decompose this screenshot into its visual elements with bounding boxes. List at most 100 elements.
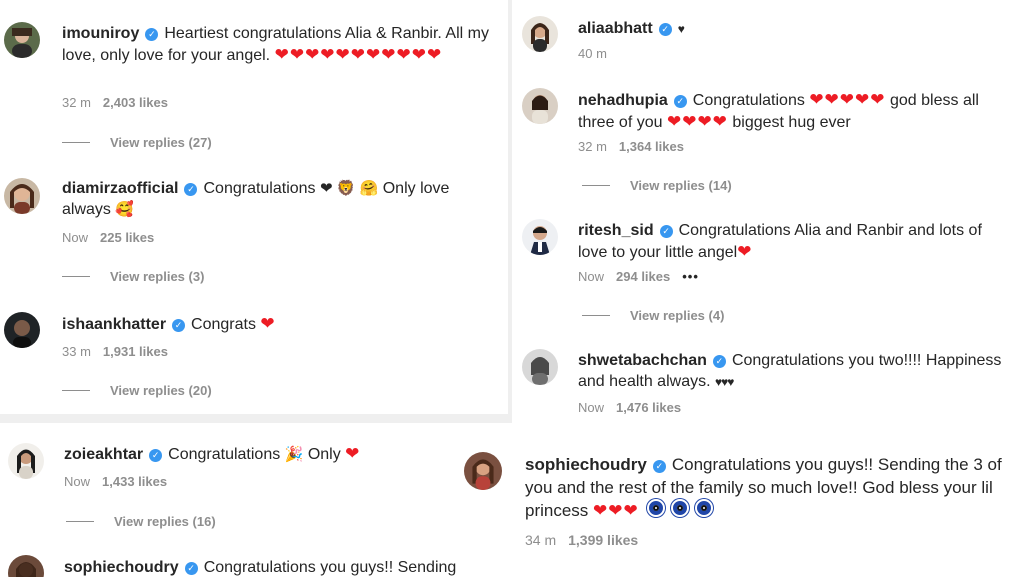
replies-divider <box>582 315 610 316</box>
comment-text: Congrats <box>191 316 256 333</box>
username[interactable]: sophiechoudry <box>525 455 647 474</box>
heart-emoji-icon: ❤❤❤ <box>593 501 639 520</box>
likes-count[interactable]: 225 likes <box>100 230 154 245</box>
verified-badge-icon: ✓ <box>172 319 186 332</box>
comment-text: Congratulations <box>168 446 281 463</box>
replies-divider <box>66 521 94 522</box>
verified-badge-icon: ✓ <box>184 562 198 575</box>
verified-badge-icon: ✓ <box>659 225 673 238</box>
comment-meta: 33 m 1,931 likes <box>62 344 168 359</box>
timestamp: 34 m <box>525 532 557 548</box>
avatar[interactable] <box>464 452 502 490</box>
view-replies-button[interactable]: View replies (16) <box>66 514 216 529</box>
comment-meta: 34 m 1,399 likes <box>525 532 638 548</box>
avatar[interactable] <box>522 16 558 52</box>
comment-meta: Now 294 likes ••• <box>578 269 699 284</box>
timestamp: 32 m <box>578 139 607 154</box>
avatar[interactable] <box>522 349 558 385</box>
more-options-icon[interactable]: ••• <box>682 269 699 284</box>
view-replies-button[interactable]: View replies (20) <box>62 383 212 398</box>
likes-count[interactable]: 1,476 likes <box>616 400 681 415</box>
comments-panel-right-top: aliaabhatt ✓ ♥ 40 m nehadhupia ✓ Congratulat… <box>512 0 1024 418</box>
comment-text: Congratulations <box>203 180 316 197</box>
view-replies-label: View replies (4) <box>630 308 725 323</box>
heart-emoji-icon: ❤ <box>345 444 361 463</box>
timestamp: 32 m <box>62 95 91 110</box>
emoji-group-icon: ❤ 🦁 🤗 <box>320 180 379 197</box>
view-replies-label: View replies (14) <box>630 178 732 193</box>
heart-emoji-icon: ❤ <box>260 314 276 333</box>
username[interactable]: zoieakhtar <box>64 446 143 463</box>
avatar[interactable] <box>522 88 558 124</box>
party-popper-emoji-icon: 🎉 <box>284 446 304 463</box>
heart-emoji-icon: ❤❤❤❤ <box>666 112 728 131</box>
replies-divider <box>62 390 90 391</box>
comments-panel-left-bottom: zoieakhtar ✓ Congratulations 🎉 Only ❤ Now … <box>0 423 456 577</box>
username[interactable]: diamirzaofficial <box>62 180 178 197</box>
avatar[interactable] <box>4 312 40 348</box>
comment-text-continued: Only <box>307 446 341 463</box>
likes-count[interactable]: 1,433 likes <box>102 474 167 489</box>
timestamp: 33 m <box>62 344 91 359</box>
comment-text: Congratulations <box>692 92 805 109</box>
view-replies-label: View replies (16) <box>114 514 216 529</box>
avatar[interactable] <box>8 443 44 479</box>
evil-eye-emoji-icon <box>694 499 713 517</box>
avatar[interactable] <box>4 178 40 214</box>
comment-meta: 32 m 2,403 likes <box>62 95 168 110</box>
likes-count[interactable]: 1,399 likes <box>568 532 638 548</box>
username[interactable]: sophiechoudry <box>64 559 179 576</box>
replies-divider <box>62 276 90 277</box>
timestamp: 40 m <box>578 46 607 61</box>
timestamp: Now <box>62 230 89 245</box>
view-replies-label: View replies (20) <box>110 383 212 398</box>
view-replies-button[interactable]: View replies (14) <box>582 178 732 193</box>
avatar[interactable] <box>8 555 44 577</box>
replies-divider <box>582 185 610 186</box>
username[interactable]: imouniroy <box>62 25 139 42</box>
heart-emoji-icon: ❤❤❤❤❤ <box>809 90 886 109</box>
view-replies-label: View replies (3) <box>110 269 205 284</box>
likes-count[interactable]: 1,931 likes <box>103 344 168 359</box>
black-heart-emoji-icon: ♥♥♥ <box>714 375 734 389</box>
comments-panel-left-top: imouniroy ✓ Heartiest congratulations Alia… <box>0 0 508 414</box>
avatar[interactable] <box>4 22 40 58</box>
verified-badge-icon: ✓ <box>145 28 159 41</box>
comments-panel-right-bottom: sophiechoudry ✓ Congratulations you guys!!… <box>456 432 1024 577</box>
evil-eye-emoji-icon <box>646 499 665 517</box>
verified-badge-icon: ✓ <box>658 23 672 36</box>
heart-emoji-icon: ❤ <box>737 242 753 261</box>
timestamp: Now <box>578 269 605 284</box>
likes-count[interactable]: 2,403 likes <box>103 95 168 110</box>
timestamp: Now <box>578 400 605 415</box>
verified-badge-icon: ✓ <box>673 95 687 108</box>
username[interactable]: aliaabhatt <box>578 20 653 37</box>
evil-eye-emoji-icon <box>670 499 689 517</box>
comment-meta: Now 1,476 likes <box>578 400 681 415</box>
comment-meta: 32 m 1,364 likes <box>578 139 684 154</box>
likes-count[interactable]: 294 likes <box>616 269 670 284</box>
view-replies-button[interactable]: View replies (3) <box>62 269 204 284</box>
comment-meta: Now 225 likes <box>62 230 154 245</box>
view-replies-button[interactable]: View replies (4) <box>582 308 724 323</box>
replies-divider <box>62 142 90 143</box>
verified-badge-icon: ✓ <box>652 460 666 473</box>
comment-text: Congratulations you guys!! Sending t <box>203 559 456 576</box>
username[interactable]: nehadhupia <box>578 92 668 109</box>
likes-count[interactable]: 1,364 likes <box>619 139 684 154</box>
avatar[interactable] <box>522 219 558 255</box>
view-replies-label: View replies (27) <box>110 135 212 150</box>
timestamp: Now <box>64 474 91 489</box>
heart-emoji-icon: ❤❤❤❤❤❤❤❤❤❤❤ <box>274 45 443 64</box>
comment-meta: Now 1,433 likes <box>64 474 167 489</box>
view-replies-button[interactable]: View replies (27) <box>62 135 212 150</box>
username[interactable]: ritesh_sid <box>578 222 654 239</box>
comment-text-end: biggest hug ever <box>732 114 851 131</box>
comment-meta: 40 m <box>578 46 607 61</box>
username[interactable]: ishaankhatter <box>62 316 166 333</box>
black-heart-emoji-icon: ♥ <box>677 22 685 36</box>
verified-badge-icon: ✓ <box>712 355 726 368</box>
verified-badge-icon: ✓ <box>184 183 198 196</box>
panel-separator <box>0 414 508 423</box>
username[interactable]: shwetabachchan <box>578 352 707 369</box>
